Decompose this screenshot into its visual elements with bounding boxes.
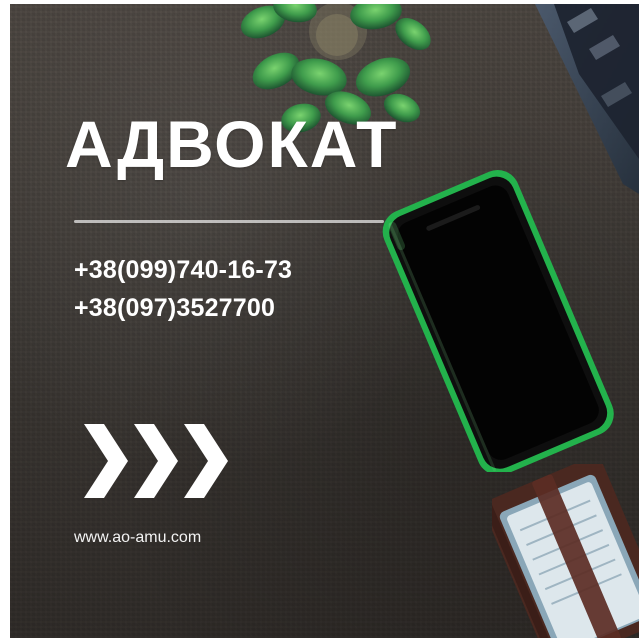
advert-card: АДВОКАТ +38(099)740-16-73 +38(097)352770… <box>10 4 639 638</box>
triple-chevron-right-icon[interactable] <box>72 416 240 506</box>
page-title: АДВОКАТ <box>65 107 399 181</box>
smartphone-decoration <box>382 170 614 472</box>
phone-number-1-link[interactable]: +38(099)740-16-73 <box>74 258 292 283</box>
notebook-decoration <box>492 464 639 638</box>
phone-number-2-link[interactable]: +38(097)3527700 <box>74 296 275 321</box>
title-divider <box>74 220 384 223</box>
website-link[interactable]: www.ao-amu.com <box>74 530 201 546</box>
